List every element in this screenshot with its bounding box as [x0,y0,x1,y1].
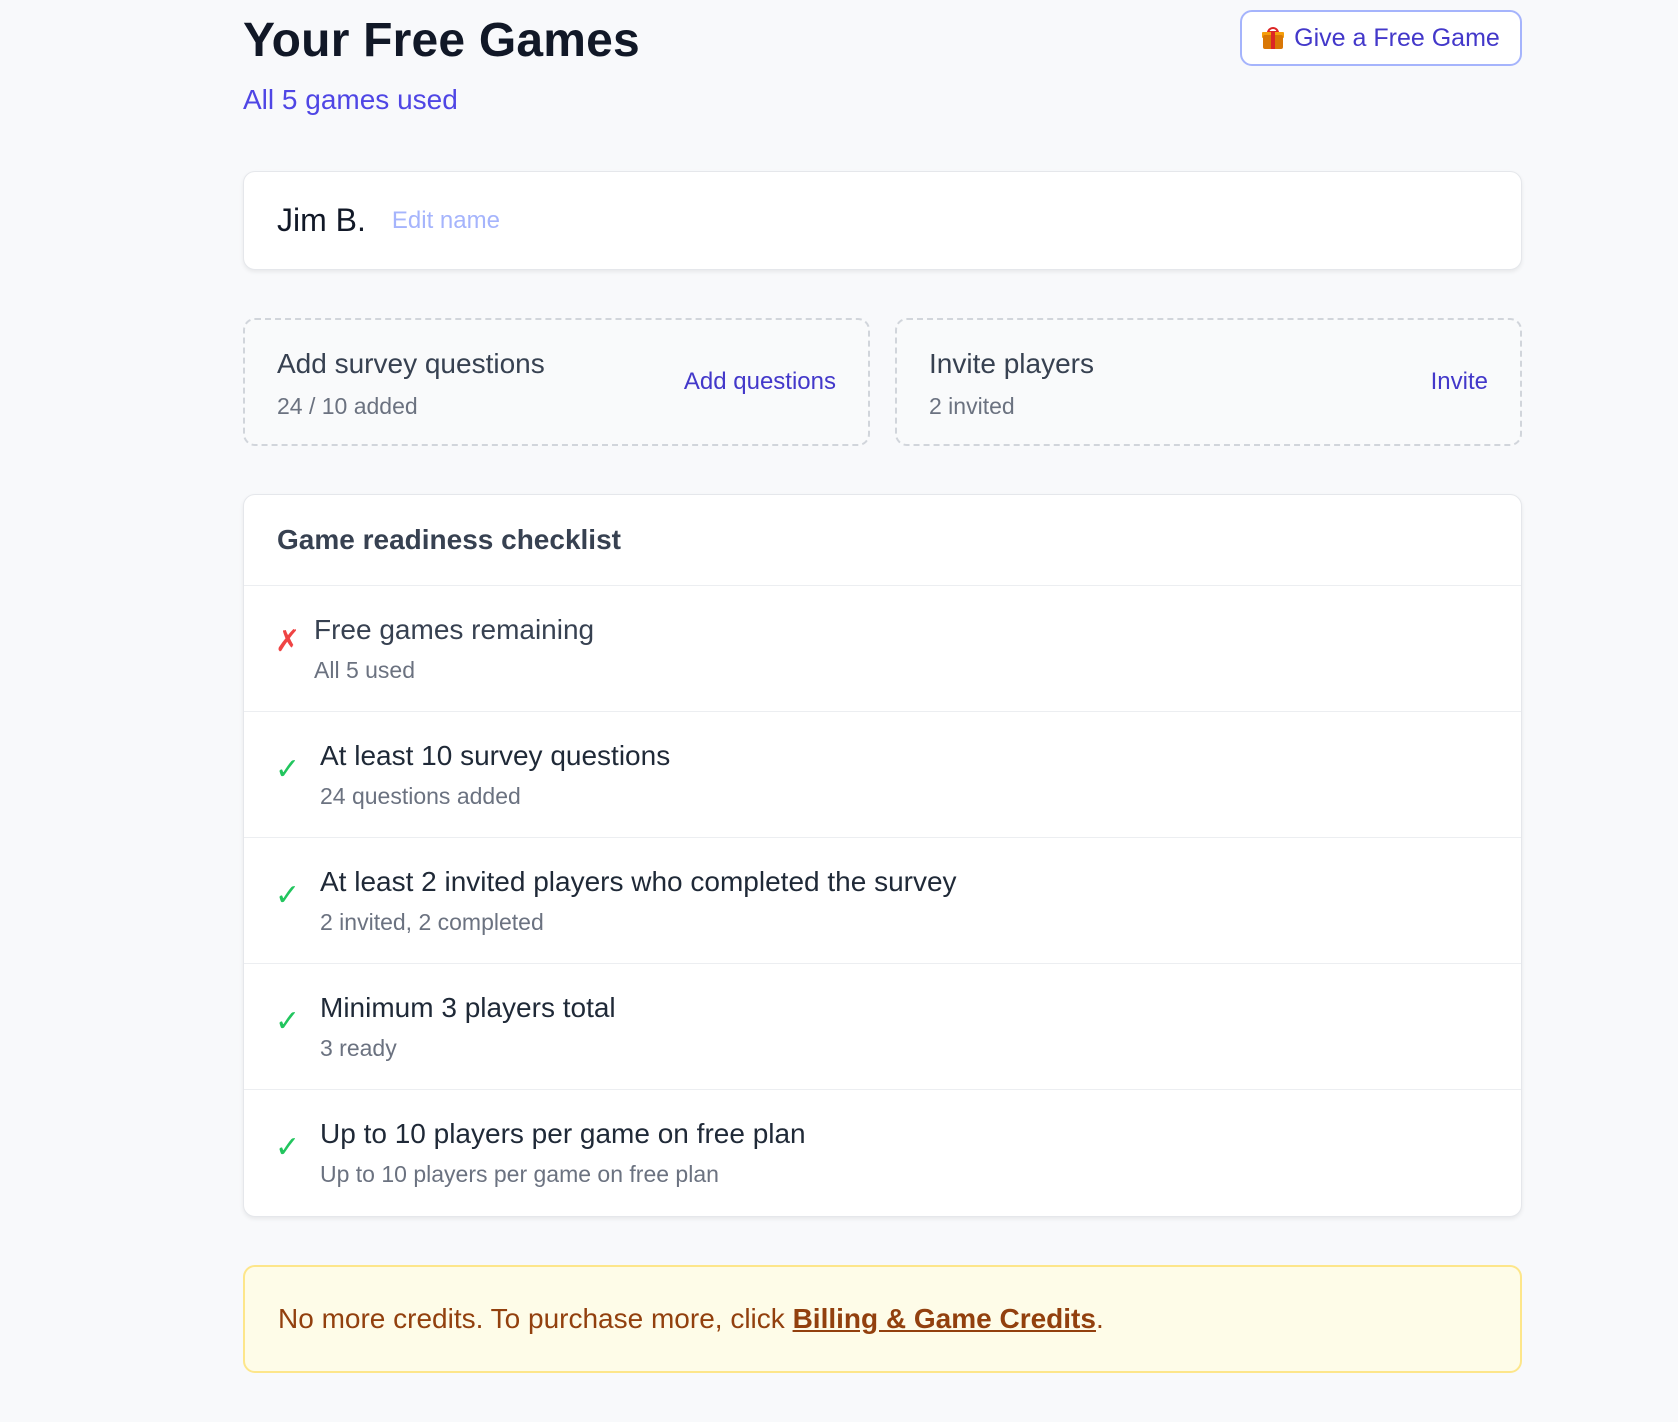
page-header: Your Free Games All 5 games used Give a … [243,0,1522,150]
checklist-item-detail: 3 ready [320,1035,397,1061]
notice-text-end: . [1095,1303,1104,1334]
cross-icon: ✗ [275,624,301,659]
checklist-item: ✓ Minimum 3 players total 3 ready [244,964,1521,1090]
checklist-item-title: Up to 10 players per game on free plan [320,1118,806,1149]
give-free-game-button[interactable]: Give a Free Game [1240,10,1522,66]
checklist-item-detail: 24 questions added [320,783,521,809]
check-icon: ✓ [275,1004,301,1039]
checklist-item: ✗ Free games remaining All 5 used [244,586,1521,712]
check-icon: ✓ [275,1130,301,1165]
tile-subtitle: 2 invited [929,393,1015,419]
tile-subtitle: 24 / 10 added [277,393,418,419]
checklist-item: ✓ Up to 10 players per game on free plan… [244,1090,1521,1216]
invite-link[interactable]: Invite [1431,368,1488,396]
invite-players-tile: Invite players 2 invited Invite [895,318,1522,446]
checklist-item-title: At least 10 survey questions [320,740,671,771]
page-title: Your Free Games [243,14,640,67]
gift-icon [1262,27,1285,49]
edit-name-link[interactable]: Edit name [392,207,500,235]
no-credits-notice: No more credits. To purchase more, click… [243,1265,1522,1373]
readiness-checklist: Game readiness checklist ✗ Free games re… [243,494,1522,1217]
checklist-item-detail: All 5 used [314,657,416,683]
checklist-item: ✓ At least 10 survey questions 24 questi… [244,712,1521,838]
tile-title: Invite players [929,348,1094,379]
give-free-game-label: Give a Free Game [1294,23,1500,52]
free-games-page: Your Free Games All 5 games used Give a … [243,0,1522,1373]
player-name-card: Jim B. Edit name [243,171,1522,270]
checklist-item-detail: Up to 10 players per game on free plan [320,1161,719,1187]
checklist-item-title: Free games remaining [314,614,595,645]
checklist-item-detail: 2 invited, 2 completed [320,909,544,935]
checklist-item: ✓ At least 2 invited players who complet… [244,838,1521,964]
setup-tiles: Add survey questions 24 / 10 added Add q… [243,318,1522,446]
notice-text: No more credits. To purchase more, click [278,1303,793,1334]
tile-title: Add survey questions [277,348,545,379]
survey-questions-tile: Add survey questions 24 / 10 added Add q… [243,318,870,446]
checklist-heading: Game readiness checklist [244,495,1521,586]
games-used-status: All 5 games used [243,84,458,115]
check-icon: ✓ [275,878,301,913]
checklist-item-title: At least 2 invited players who completed… [320,866,957,897]
check-icon: ✓ [275,752,301,787]
checklist-item-title: Minimum 3 players total [320,992,616,1023]
billing-credits-link[interactable]: Billing & Game Credits [793,1303,1096,1335]
add-questions-link[interactable]: Add questions [684,368,836,396]
player-name: Jim B. [277,202,366,238]
